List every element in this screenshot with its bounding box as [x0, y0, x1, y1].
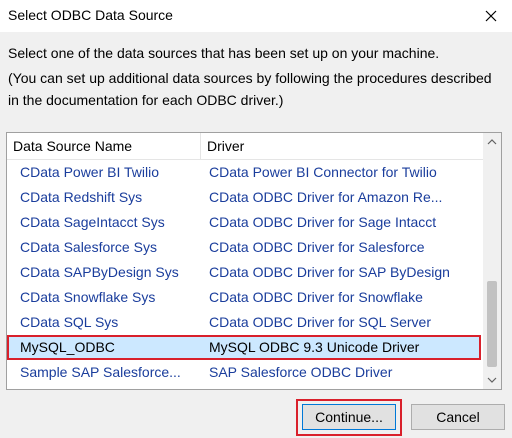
data-source-name: CData SQL Sys [20, 314, 119, 330]
list-item[interactable]: CData Snowflake Sys CData ODBC Driver fo… [7, 285, 481, 310]
data-source-name: CData SageIntacct Sys [20, 214, 165, 230]
data-source-name: CData Power BI Twilio [20, 164, 160, 180]
data-source-name: CData Salesforce Sys [20, 239, 157, 255]
driver-name: MySQL ODBC 9.3 Unicode Driver [209, 339, 420, 355]
driver-name: CData ODBC Driver for Snowflake [209, 289, 423, 305]
driver-name: CData ODBC Driver for SAP ByDesign [209, 264, 450, 280]
title-bar: Select ODBC Data Source [0, 0, 512, 32]
driver-name: SAP Salesforce ODBC Driver [209, 364, 393, 380]
driver-name: CData ODBC Driver for Amazon Re... [209, 189, 443, 205]
column-header-driver[interactable]: Driver [201, 133, 483, 159]
data-source-name: Sample SAP Salesforce... [20, 364, 181, 380]
close-button[interactable] [476, 2, 506, 30]
list-item[interactable]: Sample SAP Salesforce... SAP Salesforce … [7, 360, 481, 385]
column-header-name[interactable]: Data Source Name [7, 133, 201, 159]
data-source-name: MySQL_ODBC [20, 339, 115, 355]
list-item[interactable]: CData SQL Sys CData ODBC Driver for SQL … [7, 310, 481, 335]
chevron-down-icon [487, 377, 497, 383]
data-source-list[interactable]: Data Source Name Driver CData Power BI T… [6, 132, 502, 390]
list-rows: CData Power BI Twilio CData Power BI Con… [7, 160, 483, 385]
window-title: Select ODBC Data Source [8, 7, 173, 23]
scroll-down-button[interactable] [483, 371, 501, 389]
driver-name: CData ODBC Driver for SQL Server [209, 314, 431, 330]
list-item[interactable]: CData Power BI Twilio CData Power BI Con… [7, 160, 481, 185]
list-item[interactable]: CData Redshift Sys CData ODBC Driver for… [7, 185, 481, 210]
list-item-selected[interactable]: MySQL_ODBC MySQL ODBC 9.3 Unicode Driver [7, 335, 481, 360]
list-header: Data Source Name Driver [7, 133, 483, 160]
data-source-name: CData SAPByDesign Sys [20, 264, 179, 280]
scrollbar-thumb[interactable] [487, 281, 497, 367]
driver-name: CData ODBC Driver for Salesforce [209, 239, 425, 255]
data-source-name: CData Redshift Sys [20, 189, 143, 205]
vertical-scrollbar[interactable] [483, 133, 501, 389]
scroll-up-button[interactable] [483, 133, 501, 151]
continue-button[interactable]: Continue... [302, 404, 396, 430]
driver-name: CData ODBC Driver for Sage Intacct [209, 214, 437, 230]
list-item[interactable]: CData SAPByDesign Sys CData ODBC Driver … [7, 260, 481, 285]
data-source-name: CData Snowflake Sys [20, 289, 156, 305]
list-item[interactable]: CData SageIntacct Sys CData ODBC Driver … [7, 210, 481, 235]
description-line-1: Select one of the data sources that has … [8, 45, 440, 61]
description-line-2: (You can set up additional data sources … [8, 70, 492, 108]
cancel-button[interactable]: Cancel [411, 404, 505, 430]
close-icon [485, 10, 497, 22]
list-item[interactable]: CData Salesforce Sys CData ODBC Driver f… [7, 235, 481, 260]
chevron-up-icon [487, 139, 497, 145]
driver-name: CData Power BI Connector for Twilio [209, 164, 437, 180]
